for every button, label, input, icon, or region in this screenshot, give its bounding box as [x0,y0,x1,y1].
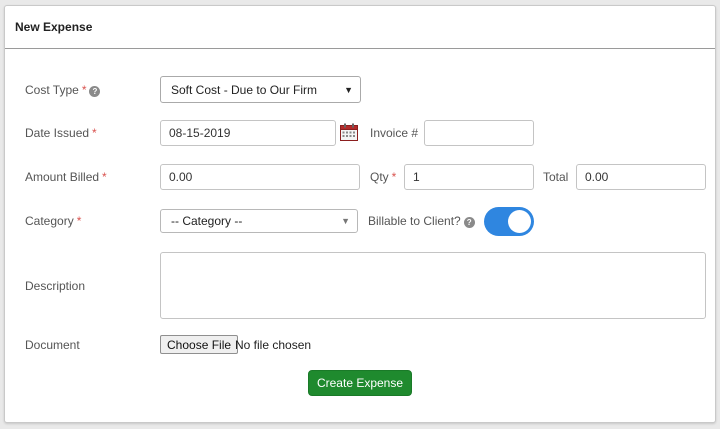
total-value: 0.00 [585,170,609,184]
category-select[interactable]: -- Category -- ▼ [160,209,358,233]
required-marker: * [391,170,397,184]
cost-type-label-text: Cost Type [25,83,79,97]
required-marker: * [92,126,97,140]
description-textarea[interactable] [160,252,706,319]
qty-input[interactable]: 1 [404,164,534,190]
invoice-input[interactable] [424,120,534,146]
required-marker: * [102,170,107,184]
create-expense-button[interactable]: Create Expense [308,370,412,396]
date-issued-label: Date Issued * [25,126,97,140]
date-issued-label-text: Date Issued [25,126,90,140]
calendar-icon[interactable] [340,123,358,144]
panel-title: New Expense [5,6,715,49]
category-label-text: Category [25,214,74,228]
category-label: Category * [25,214,81,228]
billable-label-text: Billable to Client? [368,214,461,228]
toggle-knob [508,210,531,233]
qty-label: Qty * [370,170,396,184]
choose-file-button[interactable]: Choose File [160,335,239,354]
amount-billed-input[interactable]: 0.00 [160,164,360,190]
date-issued-input[interactable]: 08-15-2019 [160,120,336,146]
caret-down-icon: ▼ [344,84,353,95]
total-input[interactable]: 0.00 [576,164,706,190]
amount-billed-label: Amount Billed * [25,170,107,184]
required-marker: * [76,214,82,228]
document-label: Document [25,338,80,352]
new-expense-panel: New Expense Cost Type *? Soft Cost - Due … [4,5,716,423]
category-selected: -- Category -- [171,214,243,228]
total-label: Total [543,170,569,184]
amount-billed-label-text: Amount Billed [25,170,100,184]
caret-down-icon: ▼ [341,216,350,226]
cost-type-selected: Soft Cost - Due to Our Firm [171,82,318,97]
qty-label-text: Qty [370,170,389,184]
cost-type-label: Cost Type *? [25,83,101,97]
help-icon[interactable]: ? [89,86,101,97]
date-issued-value: 08-15-2019 [169,126,231,140]
cost-type-select[interactable]: Soft Cost - Due to Our Firm ▼ [160,76,361,103]
qty-value: 1 [413,170,420,184]
description-label: Description [25,279,86,293]
required-marker: * [81,83,87,97]
amount-billed-value: 0.00 [169,170,193,184]
file-status: No file chosen [235,338,312,352]
billable-label: Billable to Client?? [368,214,475,228]
help-icon[interactable]: ? [463,217,475,228]
billable-toggle[interactable] [484,207,534,236]
invoice-label: Invoice # [370,126,419,140]
